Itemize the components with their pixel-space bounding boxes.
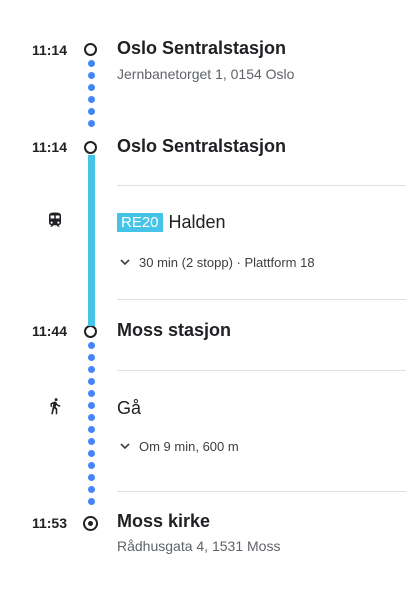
destination-name[interactable]: Moss kirke (117, 511, 210, 532)
origin-stop-marker (84, 43, 97, 56)
board-stop-marker (84, 141, 97, 154)
walk-icon (50, 398, 61, 415)
destination-time: 11:53 (31, 515, 67, 531)
train-icon (49, 212, 61, 227)
destination-address: Rådhusgata 4, 1531 Moss (117, 538, 281, 554)
divider (117, 185, 406, 186)
divider (117, 491, 406, 492)
board-stop-name[interactable]: Oslo Sentralstasjon (117, 136, 286, 157)
alight-stop-name[interactable]: Moss stasjon (117, 320, 231, 341)
train-route-line (88, 155, 95, 326)
alight-stop-marker (84, 325, 97, 338)
walk-details-toggle[interactable]: Om 9 min, 600 m (117, 438, 239, 454)
divider (117, 299, 406, 300)
origin-time: 11:14 (31, 42, 67, 58)
chevron-down-icon (120, 443, 130, 450)
train-details-toggle[interactable]: 30 min (2 stopp) · Plattform 18 (117, 254, 315, 270)
board-time: 11:14 (31, 139, 67, 155)
alight-time: 11:44 (31, 323, 67, 339)
destination-marker-icon (83, 516, 98, 531)
chevron-down-icon (120, 259, 130, 266)
route-headsign: Halden (168, 212, 226, 232)
walk-label: Gå (117, 398, 142, 418)
origin-stop-name[interactable]: Oslo Sentralstasjon (117, 38, 286, 59)
route-badge: RE20 (117, 213, 163, 232)
origin-address: Jernbanetorget 1, 0154 Oslo (117, 66, 295, 82)
train-route-row[interactable]: RE20 Halden (117, 212, 226, 233)
divider (117, 370, 406, 371)
walk-details: Om 9 min, 600 m (139, 438, 239, 454)
train-details: 30 min (2 stopp) · Plattform 18 (139, 254, 315, 270)
